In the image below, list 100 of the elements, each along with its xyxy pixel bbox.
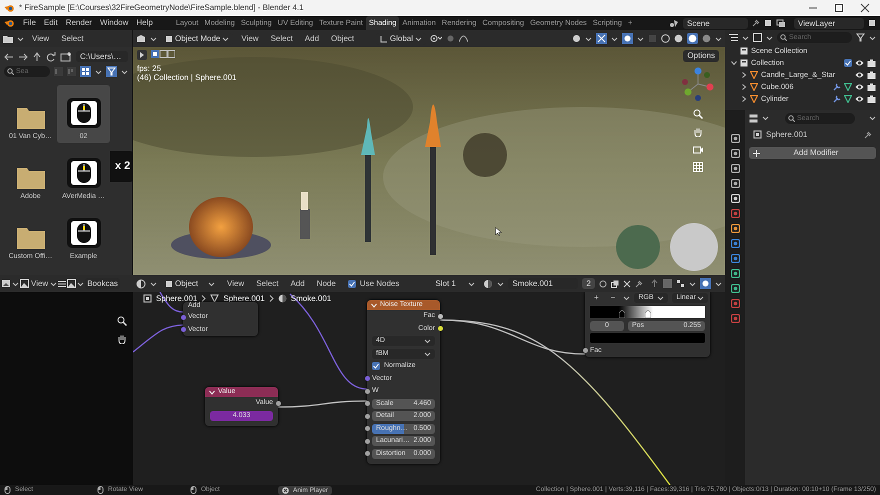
color-ramp[interactable] <box>590 306 705 318</box>
menu-item[interactable]: View <box>30 278 50 290</box>
menu-item[interactable]: Select <box>252 278 282 290</box>
use-nodes-checkbox[interactable]: Use Nodes <box>344 278 404 290</box>
view-layer-icon[interactable] <box>776 18 786 28</box>
material-icon[interactable] <box>483 278 494 288</box>
image-icon[interactable] <box>67 279 76 288</box>
menu-item[interactable]: Select <box>57 32 88 44</box>
folder-icon[interactable] <box>3 34 13 42</box>
ramp-stop-icon[interactable] <box>618 310 625 318</box>
material-field[interactable]: Smoke.001 <box>508 278 578 289</box>
proportional-icon[interactable] <box>459 34 468 43</box>
menu-item[interactable]: Add <box>286 278 309 290</box>
properties-tab-icon[interactable] <box>730 149 740 158</box>
new-icon[interactable] <box>764 19 772 27</box>
display-mode-icon[interactable] <box>753 33 762 42</box>
menu-item[interactable]: View <box>28 32 54 44</box>
forward-arrow-icon[interactable] <box>18 52 28 62</box>
duplicate-icon[interactable] <box>610 280 619 288</box>
checkbox[interactable] <box>348 280 356 288</box>
back-arrow-icon[interactable] <box>4 52 14 62</box>
socket-dot[interactable] <box>438 326 442 332</box>
list-view-icon[interactable] <box>54 67 63 76</box>
menu-item[interactable]: Render <box>62 17 96 29</box>
socket-dot[interactable] <box>438 314 442 319</box>
scene-icon[interactable] <box>669 18 679 28</box>
socket-dot[interactable] <box>364 438 370 444</box>
properties-icon[interactable] <box>749 114 758 122</box>
socket-dot[interactable] <box>364 414 370 419</box>
ramp-button[interactable]: − <box>606 292 620 304</box>
overlays-icon[interactable] <box>700 278 711 289</box>
parent-node-icon[interactable] <box>650 279 659 288</box>
rendered-shading-icon[interactable] <box>702 34 711 43</box>
socket-dot[interactable] <box>180 314 186 320</box>
properties-tab-icon[interactable] <box>730 134 740 143</box>
socket-dot[interactable] <box>364 388 370 394</box>
camera-icon[interactable] <box>867 95 876 103</box>
add-modifier-button[interactable]: Add Modifier <box>749 147 876 160</box>
color-swatch[interactable] <box>590 333 705 344</box>
close-icon[interactable] <box>622 280 631 288</box>
properties-tab-icon[interactable] <box>730 179 740 188</box>
axis-gizmo-icon[interactable] <box>681 67 715 101</box>
gizmo-icon[interactable] <box>596 33 607 44</box>
selection-mode-icon[interactable] <box>151 50 175 58</box>
menu-icon[interactable] <box>58 280 66 288</box>
new-folder-icon[interactable] <box>60 52 72 62</box>
ramp-stop-icon[interactable] <box>645 310 652 318</box>
socket-dot[interactable] <box>364 426 370 432</box>
menu-item[interactable]: View <box>223 278 248 290</box>
checkbox[interactable] <box>372 362 380 370</box>
snap-icon[interactable] <box>676 279 685 288</box>
zoom-icon[interactable] <box>117 316 127 326</box>
socket-dot[interactable] <box>276 400 280 406</box>
socket-dot[interactable] <box>364 401 370 406</box>
image-editor-icon[interactable] <box>1 279 11 288</box>
breadcrumb-item[interactable]: Sphere.001 <box>223 294 265 304</box>
camera-icon[interactable] <box>867 71 876 79</box>
hand-icon[interactable] <box>117 334 127 344</box>
eye-icon[interactable] <box>855 71 864 79</box>
solid-shading-icon[interactable] <box>674 34 683 43</box>
new-icon[interactable] <box>868 19 876 27</box>
checkbox[interactable] <box>844 59 852 67</box>
filter-icon[interactable] <box>856 33 865 42</box>
image-field[interactable]: Bookcas <box>85 278 120 289</box>
socket-dot[interactable] <box>180 327 186 332</box>
outliner-icon[interactable] <box>729 33 738 42</box>
menu-item[interactable]: Window <box>96 17 132 29</box>
properties-tab-icon[interactable] <box>730 269 740 278</box>
thumbnail-view-icon[interactable] <box>67 67 76 76</box>
caret-icon[interactable] <box>623 295 630 302</box>
editor-type-icon[interactable] <box>136 34 146 43</box>
user-count[interactable]: 2 <box>582 278 595 289</box>
pin-icon[interactable] <box>634 280 643 288</box>
overlays-icon[interactable] <box>622 33 633 44</box>
socket-dot[interactable] <box>364 451 370 456</box>
camera-icon[interactable] <box>867 59 876 67</box>
path-field[interactable]: C:\Users\… <box>76 51 128 62</box>
pin-icon[interactable] <box>752 19 760 27</box>
properties-tab-icon[interactable] <box>730 284 740 293</box>
caret-icon[interactable] <box>869 115 876 121</box>
ramp-button[interactable]: + <box>590 292 603 304</box>
scene-field[interactable]: Scene <box>683 18 748 28</box>
parent-folder-icon[interactable] <box>32 52 42 62</box>
properties-tab-icon[interactable] <box>730 224 740 233</box>
visibility-icon[interactable] <box>572 34 581 43</box>
menu-item[interactable]: Edit <box>40 17 62 29</box>
eye-icon[interactable] <box>855 83 864 91</box>
socket-dot[interactable] <box>582 348 588 354</box>
pivot-icon[interactable] <box>430 34 442 43</box>
refresh-icon[interactable] <box>46 52 56 62</box>
view-layer-field[interactable]: ViewLayer <box>794 18 864 28</box>
pin-icon[interactable] <box>864 130 872 139</box>
camera-icon[interactable] <box>867 83 876 91</box>
material-shading-icon[interactable] <box>687 33 698 44</box>
properties-tab-icon[interactable] <box>730 164 740 173</box>
select-box-icon[interactable] <box>137 50 147 60</box>
menu-item[interactable]: Object <box>327 32 358 44</box>
menu-item[interactable]: Node <box>312 278 340 290</box>
fake-user-icon[interactable] <box>598 280 607 288</box>
grid-view-icon[interactable] <box>80 66 91 77</box>
